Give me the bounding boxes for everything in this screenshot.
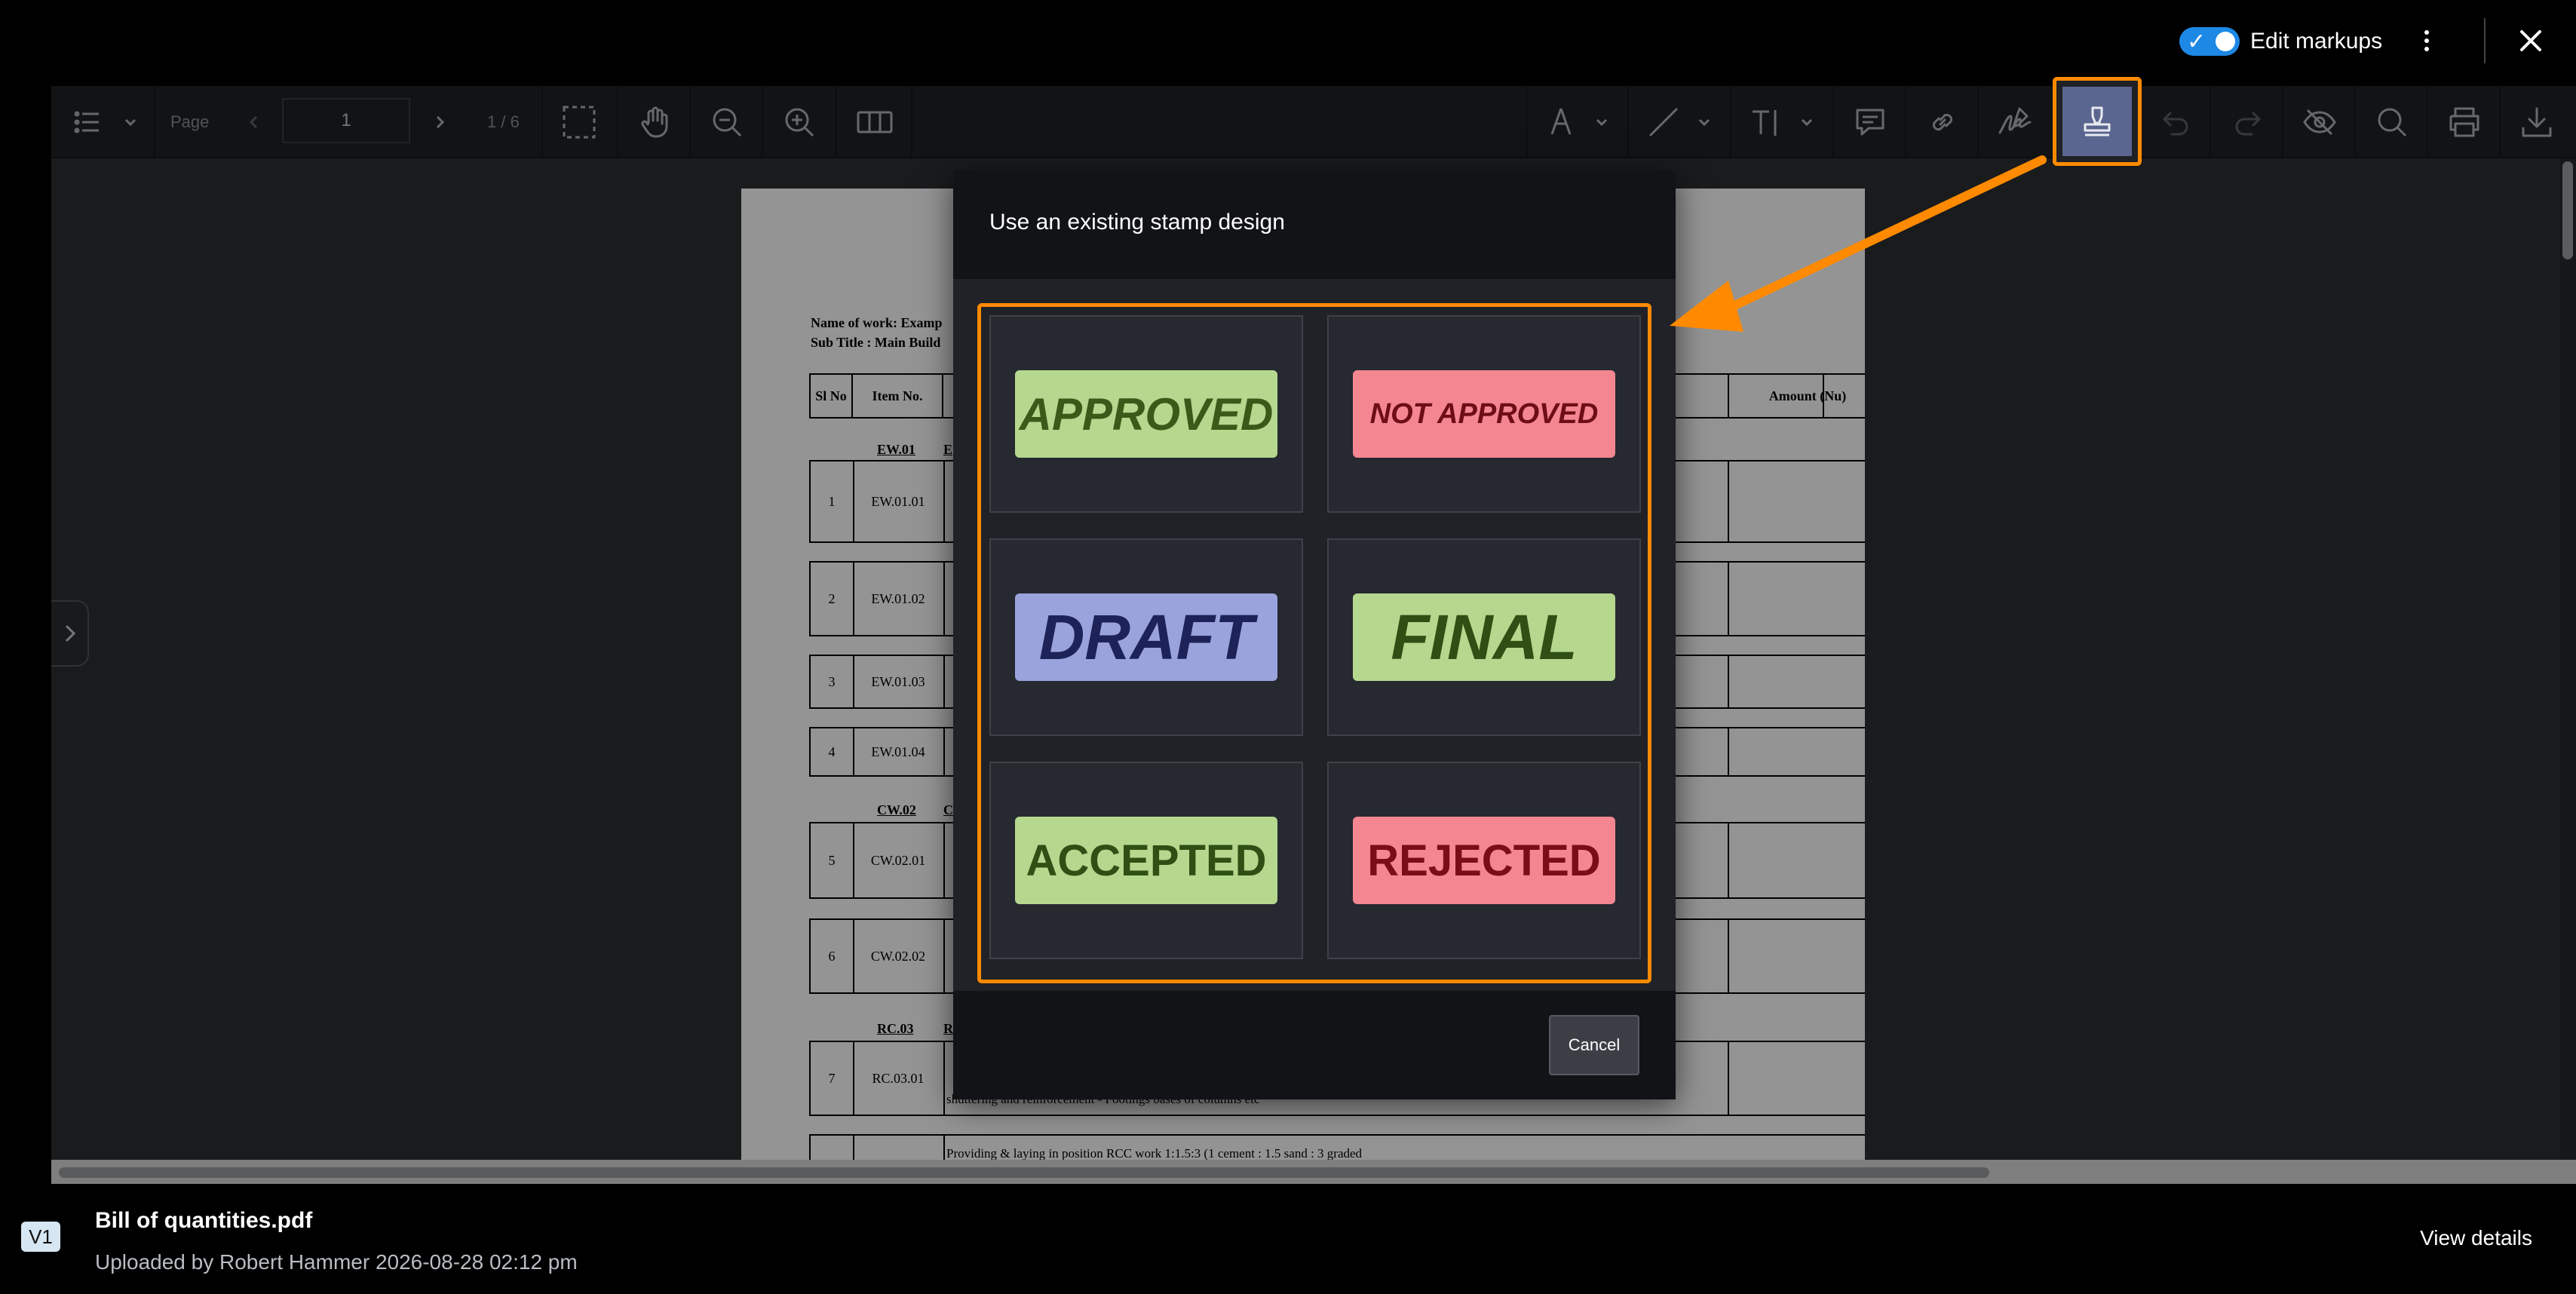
- edit-markups-label: Edit markups: [2250, 29, 2383, 54]
- file-name: Bill of quantities.pdf: [95, 1208, 313, 1233]
- stamp-option-rejected[interactable]: REJECTED: [1327, 762, 1641, 959]
- file-info-bar: V1 Bill of quantities.pdf Uploaded by Ro…: [0, 1184, 2576, 1294]
- stamp-badge: NOT APPROVED: [1353, 370, 1615, 458]
- toggle-knob: [2216, 32, 2235, 51]
- stamp-tool-highlight[interactable]: [2053, 77, 2142, 166]
- stamp-option-final[interactable]: FINAL: [1327, 538, 1641, 736]
- dialog-title: Use an existing stamp design: [989, 210, 1285, 235]
- stamp-option-accepted[interactable]: ACCEPTED: [989, 762, 1303, 959]
- dialog-footer: Cancel: [953, 991, 1676, 1099]
- stamp-badge: REJECTED: [1353, 817, 1615, 904]
- stamp-icon: [2062, 87, 2132, 156]
- stamp-option-approved[interactable]: APPROVED: [989, 315, 1303, 513]
- top-bar: ✓ Edit markups: [0, 0, 2576, 84]
- stamp-option-draft[interactable]: DRAFT: [989, 538, 1303, 736]
- more-options-icon[interactable]: [2413, 23, 2440, 59]
- edit-markups-toggle[interactable]: ✓: [2179, 27, 2240, 56]
- version-badge: V1: [21, 1222, 60, 1252]
- divider: [2484, 18, 2486, 63]
- stamp-badge: APPROVED: [1015, 370, 1277, 458]
- stamp-picker-dialog: Use an existing stamp design APPROVED NO…: [953, 170, 1676, 1099]
- check-icon: ✓: [2187, 29, 2206, 55]
- stamp-badge: FINAL: [1353, 593, 1615, 681]
- stamp-badge: DRAFT: [1015, 593, 1277, 681]
- stamp-option-not-approved[interactable]: NOT APPROVED: [1327, 315, 1641, 513]
- view-details-link[interactable]: View details: [2420, 1226, 2532, 1250]
- app-root: ✓ Edit markups Name of work: Examp Sub T…: [0, 0, 2576, 1294]
- dialog-header: Use an existing stamp design: [953, 170, 1676, 279]
- stamp-badge: ACCEPTED: [1015, 817, 1277, 904]
- close-icon[interactable]: [2511, 21, 2550, 60]
- cancel-button[interactable]: Cancel: [1549, 1015, 1639, 1075]
- upload-info: Uploaded by Robert Hammer 2026-08-28 02:…: [95, 1250, 578, 1274]
